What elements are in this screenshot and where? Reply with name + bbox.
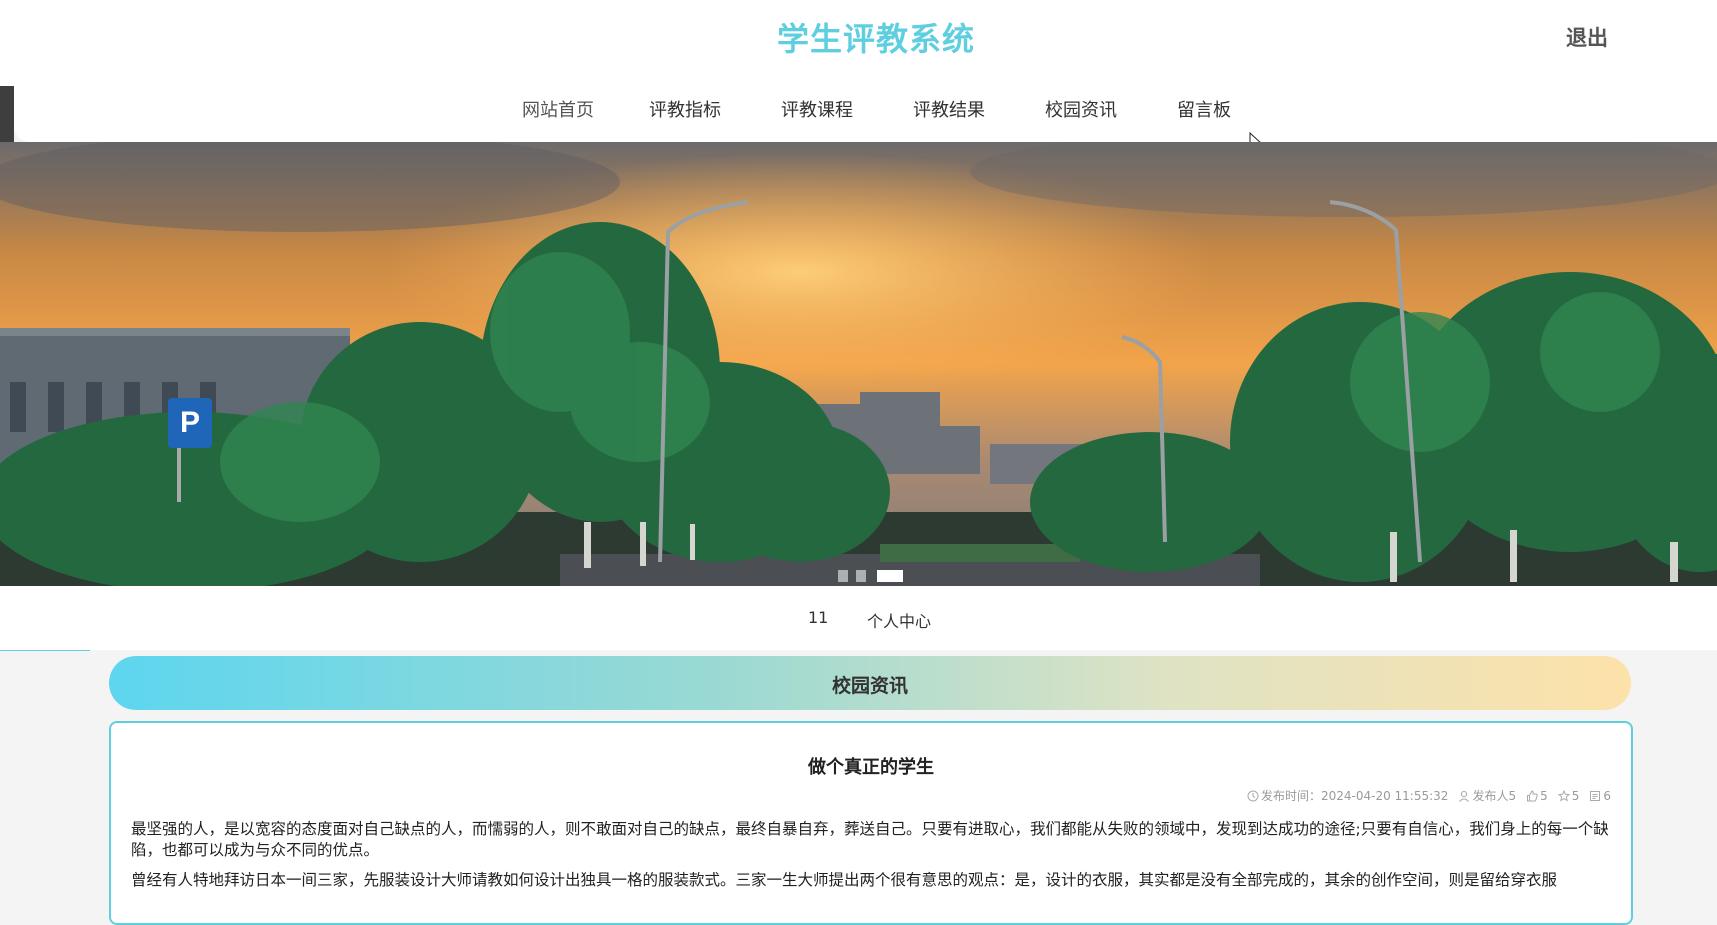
svg-text:P: P bbox=[180, 406, 200, 439]
news-article-card: 做个真正的学生 发布时间：2024-04-20 11:55:32 发布人5 5 … bbox=[109, 721, 1633, 925]
publish-time: 发布时间：2024-04-20 11:55:32 bbox=[1260, 789, 1449, 803]
nav-item-evaluation-results[interactable]: 评教结果 bbox=[913, 96, 985, 122]
comment-icon bbox=[1590, 790, 1601, 801]
site-title: 学生评教系统 bbox=[776, 20, 975, 58]
publisher: 发布人5 bbox=[1472, 789, 1517, 803]
banner-dot-3[interactable] bbox=[877, 570, 903, 582]
article-paragraph: 曾经有人特地拜访日本一间三家，先服装设计大师请教如何设计出独具一格的服装款式。三… bbox=[131, 871, 1558, 889]
banner-dot-2[interactable] bbox=[856, 570, 866, 582]
star-icon[interactable] bbox=[1557, 789, 1570, 802]
logout-button[interactable]: 退出 bbox=[1566, 22, 1608, 52]
nav-item-campus-news[interactable]: 校园资讯 bbox=[1045, 96, 1117, 122]
like-count: 5 bbox=[1540, 788, 1548, 803]
nav-item-evaluation-indicators[interactable]: 评教指标 bbox=[649, 96, 721, 122]
user-subnav: 11 个人中心 bbox=[0, 586, 1717, 650]
user-icon bbox=[1459, 790, 1470, 802]
section-title: 校园资讯 bbox=[831, 675, 908, 697]
thumbs-up-icon[interactable] bbox=[1526, 789, 1538, 802]
nav-item-evaluation-courses[interactable]: 评教课程 bbox=[781, 96, 853, 122]
article-meta: 发布时间：2024-04-20 11:55:32 发布人5 5 5 6 bbox=[1247, 787, 1611, 804]
campus-news-header: 校园资讯 bbox=[109, 656, 1631, 710]
article-title: 做个真正的学生 bbox=[808, 757, 934, 778]
comment-count: 6 bbox=[1603, 788, 1611, 803]
article-paragraph: 最坚强的人，是以宽容的态度面对自己缺点的人，而懦弱的人，则不敢面对自己的缺点，最… bbox=[131, 820, 1609, 859]
nav-item-message-board[interactable]: 留言板 bbox=[1177, 96, 1231, 122]
favorite-count: 5 bbox=[1571, 788, 1580, 803]
article-body: 最坚强的人，是以宽容的态度面对自己缺点的人，而懦弱的人，则不敢面对自己的缺点，最… bbox=[131, 819, 1611, 900]
banner-dot-1[interactable] bbox=[838, 570, 848, 582]
subnav-underline bbox=[0, 650, 90, 651]
campus-banner-image: P bbox=[0, 142, 1717, 586]
campus-banner-carousel[interactable]: P bbox=[0, 142, 1717, 586]
personal-center-link[interactable]: 个人中心 bbox=[867, 608, 931, 632]
main-nav: 网站首页 评教指标 评教课程 评教结果 校园资讯 留言板 bbox=[0, 96, 1717, 126]
username-link[interactable]: 11 bbox=[808, 608, 828, 627]
nav-item-home[interactable]: 网站首页 bbox=[522, 96, 594, 122]
clock-icon bbox=[1247, 790, 1259, 801]
